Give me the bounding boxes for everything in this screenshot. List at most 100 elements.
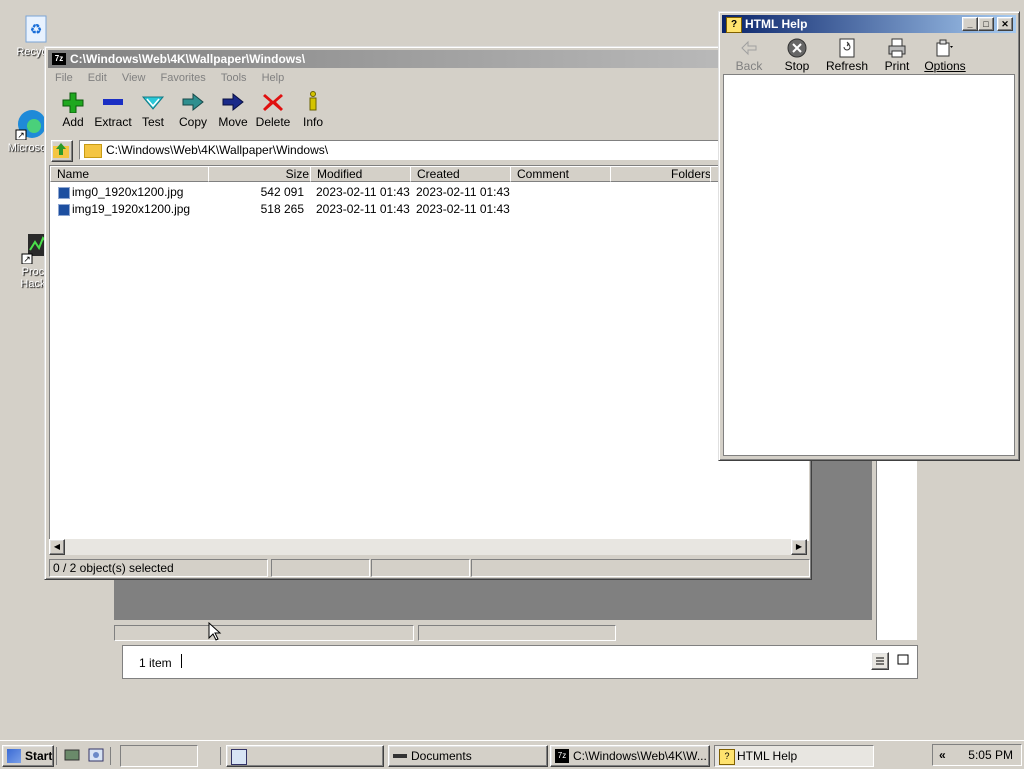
edge-icon: ↗ xyxy=(14,108,46,141)
image-file-icon xyxy=(58,204,70,216)
refresh-label: Refresh xyxy=(825,59,869,73)
copy-icon xyxy=(181,91,205,113)
up-arrow-icon xyxy=(53,143,69,158)
file-list[interactable]: Name Size Modified Created Comment Folde… xyxy=(49,165,810,541)
task-label: C:\Windows\Web\4K\W... xyxy=(573,749,707,763)
image-file-icon xyxy=(58,187,70,199)
options-button[interactable]: Options xyxy=(921,36,969,73)
options-label: Options xyxy=(924,59,966,73)
column-comment[interactable]: Comment xyxy=(510,166,612,182)
column-folders[interactable]: Folders xyxy=(610,166,716,182)
folder-icon xyxy=(84,144,102,158)
task-button-7zip[interactable]: 7z C:\Windows\Web\4K\W... xyxy=(550,745,710,767)
windows-logo-icon xyxy=(7,749,21,763)
extract-button[interactable]: Extract xyxy=(93,89,133,129)
task-button-html-help[interactable]: ? HTML Help xyxy=(714,745,874,767)
details-view-icon[interactable] xyxy=(871,652,889,670)
scroll-left-button[interactable]: ◀ xyxy=(49,539,65,555)
show-desktop-icon[interactable] xyxy=(64,747,80,763)
options-icon xyxy=(935,38,955,58)
print-label: Print xyxy=(884,59,910,73)
task-label: HTML Help xyxy=(737,749,798,763)
7zip-app-icon: 7z xyxy=(52,53,66,65)
file-name: img19_1920x1200.jpg xyxy=(72,202,191,216)
background-details-bar: 1 item xyxy=(122,645,918,679)
menu-view[interactable]: View xyxy=(122,72,146,84)
help-icon: ? xyxy=(719,749,735,765)
add-icon xyxy=(61,91,85,114)
maximize-button[interactable]: □ xyxy=(978,17,994,31)
close-button[interactable]: ✕ xyxy=(997,17,1013,31)
7zip-status-bar: 0 / 2 object(s) selected xyxy=(49,559,810,577)
7zip-title-text: C:\Windows\Web\4K\Wallpaper\Windows\ xyxy=(70,52,306,66)
file-size: 542 091 xyxy=(260,185,304,199)
tray-expand-button[interactable]: « xyxy=(939,745,946,765)
copy-label: Copy xyxy=(178,115,207,129)
system-tray: « 5:05 PM xyxy=(932,744,1022,766)
table-row[interactable]: img19_1920x1200.jpg 518 265 2023-02-11 0… xyxy=(50,201,750,217)
recycle-bin-icon: ♻ xyxy=(20,12,52,44)
start-label: Start xyxy=(25,749,53,763)
horizontal-scrollbar[interactable]: ◀ ▶ xyxy=(49,539,807,555)
task-button-blank[interactable] xyxy=(120,745,198,767)
7zip-window[interactable]: 7z C:\Windows\Web\4K\Wallpaper\Windows\ F… xyxy=(44,46,812,580)
task-button-documents[interactable]: Documents xyxy=(388,745,548,767)
task-label: Documents xyxy=(411,749,472,763)
file-created: 2023-02-11 01:43 xyxy=(416,185,510,199)
toolbar-divider xyxy=(110,747,111,765)
add-button[interactable]: Add xyxy=(53,89,93,129)
print-button[interactable]: Print xyxy=(873,36,921,73)
back-button[interactable]: Back xyxy=(725,36,773,73)
delete-icon xyxy=(261,91,285,113)
documents-icon xyxy=(393,754,407,758)
move-icon xyxy=(221,91,245,113)
start-button[interactable]: Start xyxy=(2,745,54,767)
stop-icon xyxy=(787,38,807,58)
move-button[interactable]: Move xyxy=(213,89,253,129)
refresh-button[interactable]: Refresh xyxy=(823,36,871,73)
help-title-bar[interactable]: ? HTML Help _ □ ✕ xyxy=(722,15,1016,33)
menu-tools[interactable]: Tools xyxy=(221,72,247,84)
file-name: img0_1920x1200.jpg xyxy=(72,185,184,199)
explorer-quicklaunch-icon[interactable] xyxy=(88,747,104,763)
column-modified[interactable]: Modified xyxy=(310,166,412,182)
address-field[interactable]: C:\Windows\Web\4K\Wallpaper\Windows\ xyxy=(79,140,807,160)
item-count-text: 1 item xyxy=(139,656,172,670)
stop-button[interactable]: Stop xyxy=(773,36,821,73)
clock[interactable]: 5:05 PM xyxy=(968,748,1013,762)
menu-edit[interactable]: Edit xyxy=(88,72,107,84)
status-cell xyxy=(471,559,810,577)
back-label: Back xyxy=(735,59,763,73)
copy-button[interactable]: Copy xyxy=(173,89,213,129)
test-button[interactable]: Test xyxy=(133,89,173,129)
info-label: Info xyxy=(302,115,323,129)
menu-favorites[interactable]: Favorites xyxy=(161,72,206,84)
background-status-bar xyxy=(114,625,874,641)
column-header: Name Size Modified Created Comment Folde… xyxy=(50,166,810,182)
table-row[interactable]: img0_1920x1200.jpg 542 091 2023-02-11 01… xyxy=(50,184,750,200)
column-created[interactable]: Created xyxy=(410,166,512,182)
extract-icon xyxy=(101,91,125,113)
7zip-title-bar[interactable]: 7z C:\Windows\Web\4K\Wallpaper\Windows\ xyxy=(48,50,808,68)
menu-file[interactable]: File xyxy=(55,72,73,84)
html-help-window[interactable]: ? HTML Help _ □ ✕ Back Stop Refresh Print… xyxy=(718,11,1020,461)
toolbar-divider xyxy=(220,747,221,765)
scroll-right-button[interactable]: ▶ xyxy=(791,539,807,555)
column-size[interactable]: Size xyxy=(208,166,314,182)
column-name[interactable]: Name xyxy=(50,166,210,182)
minimize-button[interactable]: _ xyxy=(962,17,978,31)
up-folder-button[interactable] xyxy=(51,140,73,162)
task-button-explorer[interactable] xyxy=(226,745,384,767)
text-caret xyxy=(181,654,182,668)
mouse-cursor-icon xyxy=(208,622,222,641)
address-path: C:\Windows\Web\4K\Wallpaper\Windows\ xyxy=(106,143,329,157)
delete-button[interactable]: Delete xyxy=(253,89,293,129)
add-label: Add xyxy=(62,115,84,129)
info-button[interactable]: Info xyxy=(293,89,333,129)
back-icon xyxy=(739,38,759,58)
svg-text:↗: ↗ xyxy=(23,254,31,264)
menu-help[interactable]: Help xyxy=(262,72,285,84)
status-cell xyxy=(418,625,616,641)
help-content-pane[interactable] xyxy=(723,74,1015,456)
large-icons-view-icon[interactable] xyxy=(895,652,911,668)
